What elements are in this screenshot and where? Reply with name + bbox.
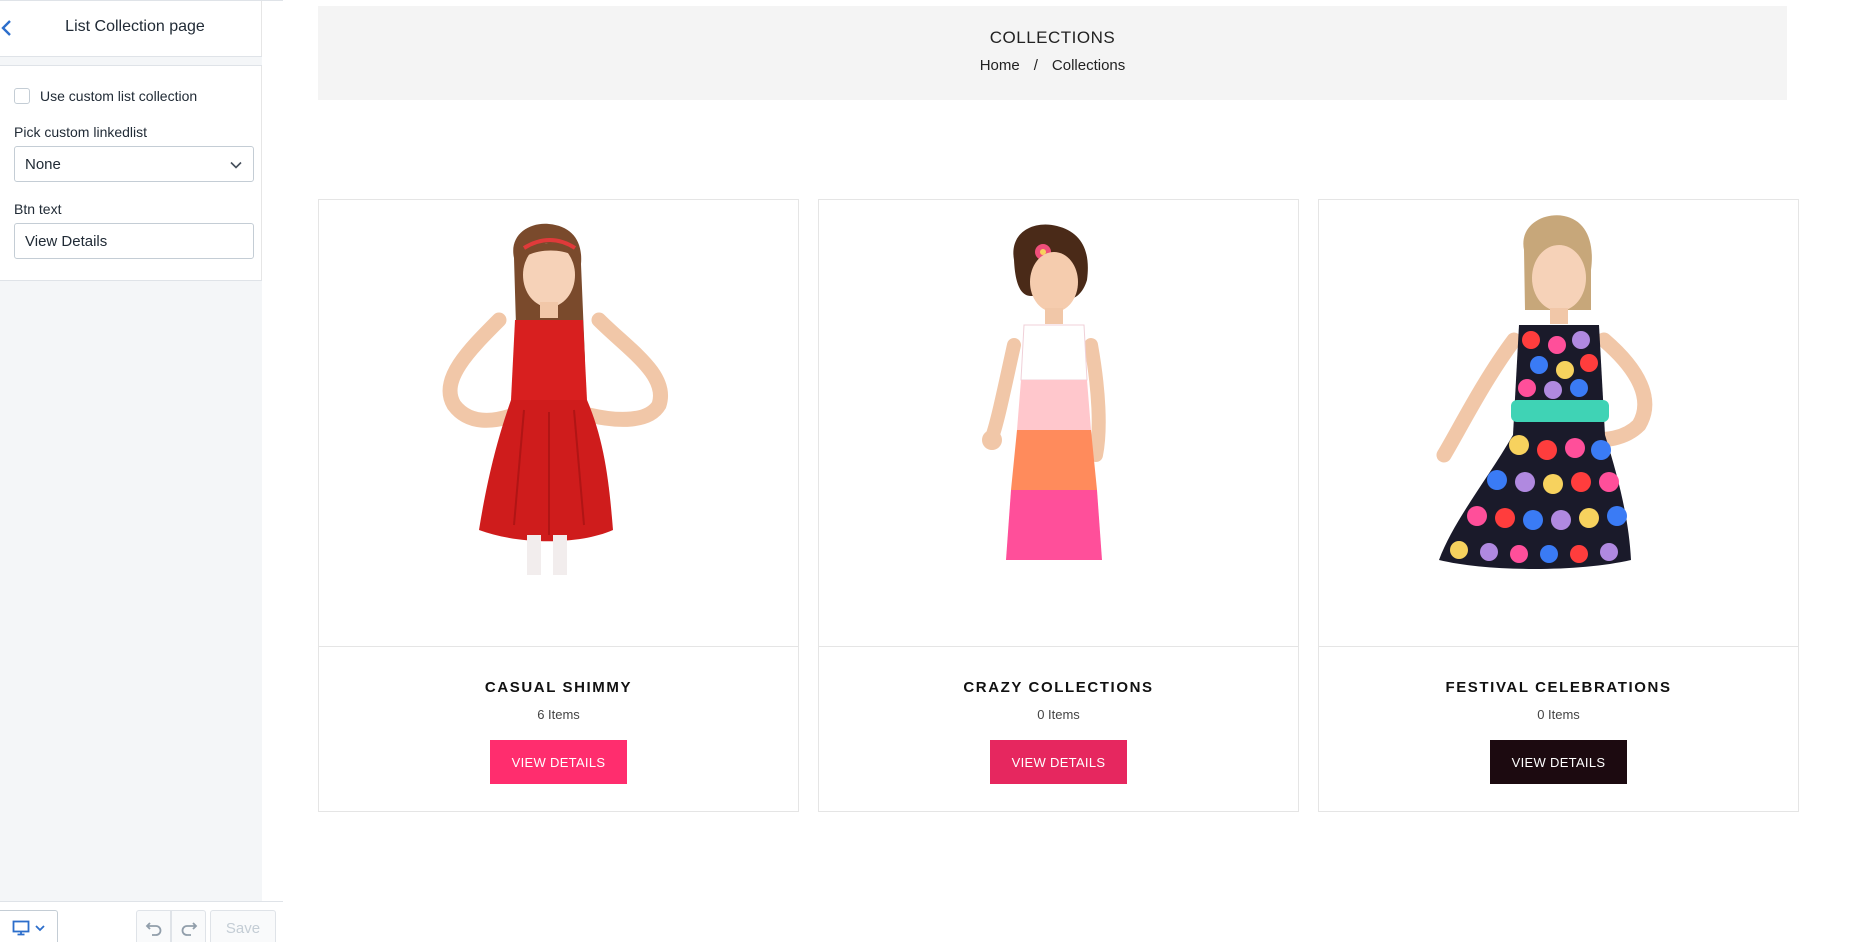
breadcrumb: Home / Collections: [318, 57, 1787, 74]
collection-image[interactable]: [319, 200, 798, 647]
collection-card[interactable]: CASUAL SHIMMY 6 Items VIEW DETAILS: [318, 199, 799, 812]
view-details-button[interactable]: VIEW DETAILS: [1490, 740, 1627, 784]
collection-card[interactable]: CRAZY COLLECTIONS 0 Items VIEW DETAILS: [818, 199, 1299, 812]
collection-image[interactable]: [819, 200, 1298, 647]
chevron-left-icon: [1, 20, 11, 36]
girl-red-dress-image: [442, 223, 668, 575]
sidebar-section-band: [0, 56, 262, 66]
use-custom-list-checkbox[interactable]: Use custom list collection: [14, 88, 197, 104]
sidebar-header: List Collection page: [0, 0, 262, 56]
collection-name: FESTIVAL CELEBRATIONS: [1445, 679, 1672, 696]
breadcrumb-home-link[interactable]: Home: [980, 57, 1020, 74]
linkedlist-select[interactable]: None: [14, 146, 254, 182]
back-button[interactable]: [0, 16, 18, 40]
view-details-button[interactable]: VIEW DETAILS: [990, 740, 1127, 784]
checkbox-box[interactable]: [14, 88, 30, 104]
collection-item-count: 0 Items: [1537, 707, 1580, 722]
chevron-down-icon: [34, 925, 45, 932]
collection-card[interactable]: FESTIVAL CELEBRATIONS 0 Items VIEW DETAI…: [1318, 199, 1799, 812]
pick-linkedlist-label: Pick custom linkedlist: [14, 124, 148, 140]
collections-banner: COLLECTIONS Home / Collections: [318, 6, 1787, 100]
breadcrumb-separator: /: [1033, 57, 1038, 74]
undo-icon: [145, 922, 161, 936]
save-button[interactable]: Save: [210, 910, 276, 942]
collection-name: CRAZY COLLECTIONS: [963, 679, 1154, 696]
device-preview-button[interactable]: [0, 910, 58, 942]
sidebar-title: List Collection page: [65, 18, 205, 35]
btn-text-label: Btn text: [14, 201, 62, 217]
desktop-icon: [12, 920, 29, 936]
btn-text-input[interactable]: [14, 223, 254, 259]
undo-button[interactable]: [136, 910, 171, 942]
view-details-button[interactable]: VIEW DETAILS: [490, 740, 627, 784]
sidebar-empty-area: [0, 281, 262, 901]
editor-sidebar: List Collection page Use custom list col…: [0, 0, 283, 942]
linkedlist-select-value: None: [25, 155, 61, 173]
redo-icon: [181, 922, 197, 936]
chevron-down-icon: [230, 161, 242, 169]
girl-tiered-dress-image: [982, 224, 1106, 560]
collection-item-count: 6 Items: [537, 707, 580, 722]
page-title: COLLECTIONS: [989, 28, 1116, 47]
collection-item-count: 0 Items: [1037, 707, 1080, 722]
breadcrumb-current: Collections: [1051, 57, 1126, 74]
redo-button[interactable]: [171, 910, 206, 942]
collection-image[interactable]: [1319, 200, 1798, 647]
girl-polka-dot-dress-image: [1436, 215, 1653, 569]
collection-name: CASUAL SHIMMY: [484, 679, 633, 696]
sidebar-footer: Save: [0, 901, 283, 942]
use-custom-list-label: Use custom list collection: [40, 88, 198, 104]
